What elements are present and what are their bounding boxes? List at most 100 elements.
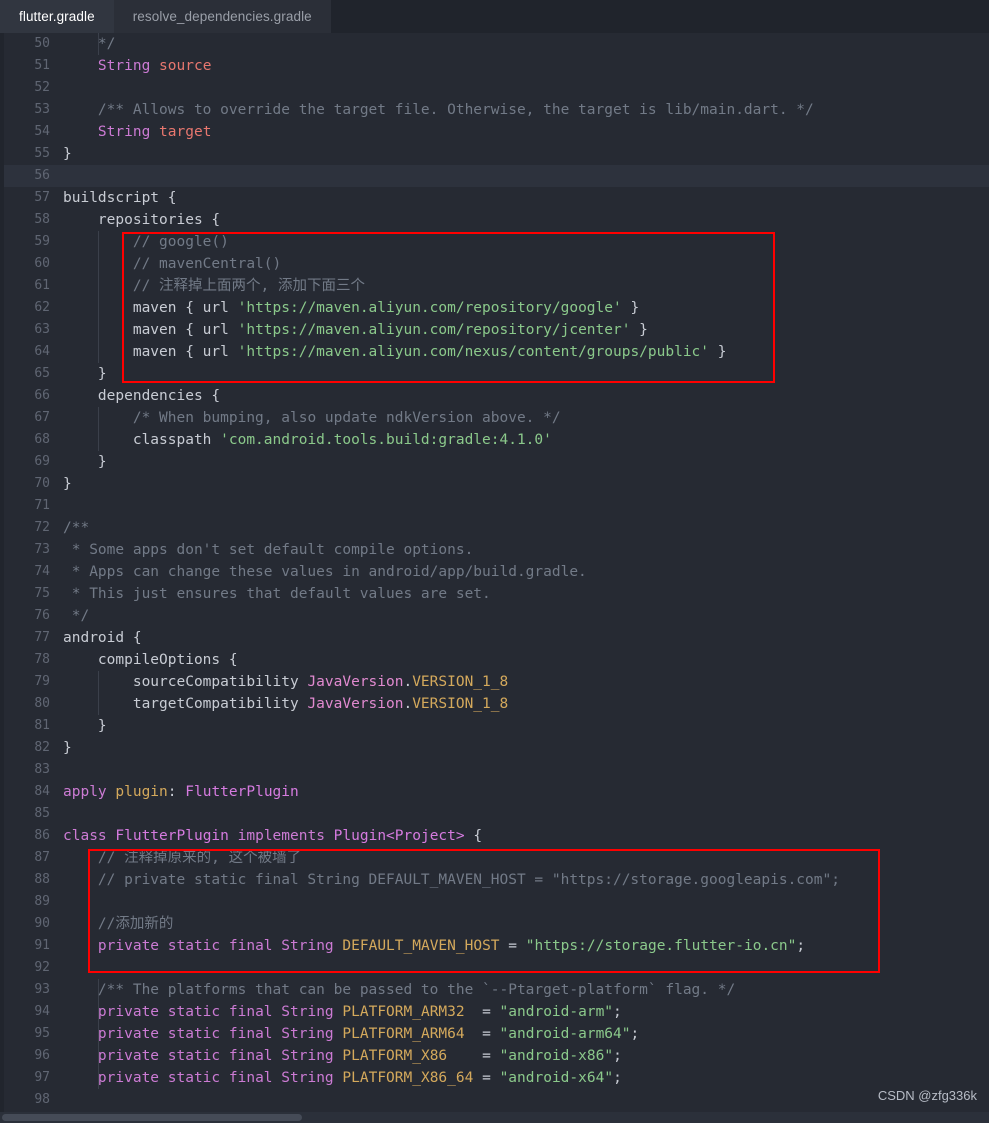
code-line-text: maven { url 'https://maven.aliyun.com/ne… xyxy=(63,341,727,363)
code-token: 'com.android.tools.build:gradle:4.1.0' xyxy=(220,432,552,448)
code-line[interactable]: 61 // 注释掉上面两个, 添加下面三个 xyxy=(0,275,989,297)
code-line[interactable]: 86 class FlutterPlugin implements Plugin<… xyxy=(0,825,989,847)
code-token: class xyxy=(63,828,107,844)
code-line[interactable]: 52 xyxy=(0,77,989,99)
code-line[interactable]: 93 /** The platforms that can be passed … xyxy=(0,979,989,1001)
code-line[interactable]: 68 classpath 'com.android.tools.build:gr… xyxy=(0,429,989,451)
code-line[interactable]: 50 */ xyxy=(0,33,989,55)
line-number: 59 xyxy=(34,234,50,249)
code-token: String xyxy=(97,124,151,140)
code-token: VERSION_1_8 xyxy=(412,696,509,712)
code-line[interactable]: 98 xyxy=(0,1089,989,1111)
horizontal-scrollbar-thumb[interactable] xyxy=(2,1114,302,1121)
code-line[interactable]: 80 targetCompatibility JavaVersion.VERSI… xyxy=(0,693,989,715)
line-number: 73 xyxy=(34,542,50,557)
code-token: android { xyxy=(63,630,142,646)
code-token: "https://storage.flutter-io.cn" xyxy=(525,938,797,954)
code-token: FlutterPlugin xyxy=(115,828,229,844)
code-line[interactable]: 95 private static final String PLATFORM_… xyxy=(0,1023,989,1045)
code-line[interactable]: 92 xyxy=(0,957,989,979)
code-line[interactable]: 87 // 注释掉原来的, 这个被墙了 xyxy=(0,847,989,869)
code-line[interactable]: 65 } xyxy=(0,363,989,385)
code-token: } xyxy=(63,740,72,756)
code-line[interactable]: 73 * Some apps don't set default compile… xyxy=(0,539,989,561)
code-line[interactable]: 60 // mavenCentral() xyxy=(0,253,989,275)
code-line[interactable]: 54 String target xyxy=(0,121,989,143)
code-token: PLATFORM_ARM64 xyxy=(342,1026,465,1042)
code-line[interactable]: 74 * Apps can change these values in and… xyxy=(0,561,989,583)
code-line-text: dependencies { xyxy=(63,385,220,407)
code-token: // 注释掉上面两个, 添加下面三个 xyxy=(132,278,365,294)
line-number: 64 xyxy=(34,344,50,359)
code-line[interactable]: 67 /* When bumping, also update ndkVersi… xyxy=(0,407,989,429)
code-token: * Apps can change these values in androi… xyxy=(63,564,587,580)
code-line[interactable]: 89 xyxy=(0,891,989,913)
code-line[interactable]: 71 xyxy=(0,495,989,517)
code-line[interactable]: 57 buildscript { xyxy=(0,187,989,209)
code-line[interactable]: 91 private static final String DEFAULT_M… xyxy=(0,935,989,957)
code-token: static xyxy=(167,1070,221,1086)
code-line[interactable]: 77 android { xyxy=(0,627,989,649)
line-number: 78 xyxy=(34,652,50,667)
tab-flutter-gradle[interactable]: flutter.gradle xyxy=(0,0,114,33)
code-token: target xyxy=(159,124,212,140)
code-token: 'https://maven.aliyun.com/repository/jce… xyxy=(237,322,631,338)
code-line[interactable]: 81 } xyxy=(0,715,989,737)
tab-resolve-dependencies-gradle[interactable]: resolve_dependencies.gradle xyxy=(113,0,331,33)
code-line-text: } xyxy=(63,473,72,495)
code-line[interactable]: 59 // google() xyxy=(0,231,989,253)
code-line[interactable]: 90 //添加新的 xyxy=(0,913,989,935)
code-line[interactable]: 53 /** Allows to override the target fil… xyxy=(0,99,989,121)
code-token: ; xyxy=(613,1004,622,1020)
code-line-text: * Some apps don't set default compile op… xyxy=(63,539,474,561)
code-line[interactable]: 79 sourceCompatibility JavaVersion.VERSI… xyxy=(0,671,989,693)
code-line-text: repositories { xyxy=(63,209,220,231)
code-line[interactable]: 75 * This just ensures that default valu… xyxy=(0,583,989,605)
code-line[interactable]: 51 String source xyxy=(0,55,989,77)
code-line[interactable]: 82} xyxy=(0,737,989,759)
line-number: 92 xyxy=(34,960,50,975)
code-token: } xyxy=(621,300,640,316)
line-number: 60 xyxy=(34,256,50,271)
code-line[interactable]: 88 // private static final String DEFAUL… xyxy=(0,869,989,891)
code-editor-window: flutter.gradle resolve_dependencies.grad… xyxy=(0,0,989,1123)
code-token: static xyxy=(167,1004,221,1020)
code-token: maven { url xyxy=(63,344,238,360)
code-scroll-area[interactable]: 50 */51 String source 52 53 /** Allows to … xyxy=(0,33,989,1123)
code-line[interactable]: 94 private static final String PLATFORM_… xyxy=(0,1001,989,1023)
line-number: 85 xyxy=(34,806,50,821)
code-line[interactable]: 63 maven { url 'https://maven.aliyun.com… xyxy=(0,319,989,341)
code-line-text: } xyxy=(63,715,107,737)
code-line[interactable]: 55} xyxy=(0,143,989,165)
line-number: 86 xyxy=(34,828,50,843)
code-line[interactable]: 83 xyxy=(0,759,989,781)
code-line[interactable]: 66 dependencies { xyxy=(0,385,989,407)
code-token: ; xyxy=(796,938,806,954)
horizontal-scrollbar[interactable] xyxy=(0,1112,989,1123)
code-token: static xyxy=(167,1048,221,1064)
code-line[interactable]: 72 /** xyxy=(0,517,989,539)
code-line[interactable]: 84 apply plugin: FlutterPlugin xyxy=(0,781,989,803)
code-line[interactable]: 78 compileOptions { xyxy=(0,649,989,671)
line-number: 81 xyxy=(34,718,50,733)
code-line[interactable]: 97 private static final String PLATFORM_… xyxy=(0,1067,989,1089)
code-line[interactable]: 96 private static final String PLATFORM_… xyxy=(0,1045,989,1067)
code-line[interactable]: 56 xyxy=(0,165,989,187)
code-line[interactable]: 76 */ xyxy=(0,605,989,627)
code-line[interactable]: 62 maven { url 'https://maven.aliyun.com… xyxy=(0,297,989,319)
code-token: final xyxy=(228,1004,273,1020)
code-line-text: apply plugin: FlutterPlugin xyxy=(63,781,299,803)
code-line-text: private static final String PLATFORM_ARM… xyxy=(63,1001,622,1023)
line-number: 97 xyxy=(34,1070,50,1085)
code-line[interactable]: 70} xyxy=(0,473,989,495)
code-token: "android-arm64" xyxy=(499,1026,631,1042)
code-line[interactable]: 85 xyxy=(0,803,989,825)
code-line[interactable]: 58 repositories { xyxy=(0,209,989,231)
code-line[interactable]: 69 } xyxy=(0,451,989,473)
code-token: PLATFORM_ARM32 xyxy=(342,1004,465,1020)
code-line[interactable]: 64 maven { url 'https://maven.aliyun.com… xyxy=(0,341,989,363)
code-line-text: /** The platforms that can be passed to … xyxy=(63,979,735,1001)
